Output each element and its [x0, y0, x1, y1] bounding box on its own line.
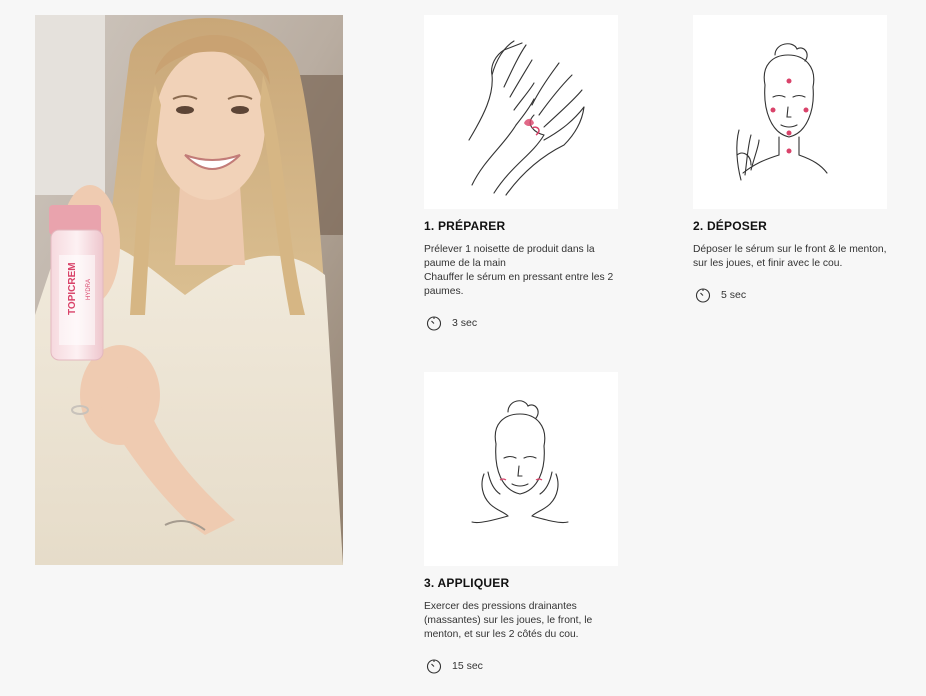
step-card-massage: 3. APPLIQUER Exercer des pressions drain… — [424, 372, 618, 675]
step-illustration — [693, 15, 887, 209]
routine-section: TOPICREM HYDRA 1. PRÉPARER Prélever 1 no… — [0, 0, 926, 696]
duration-label: 5 sec — [721, 289, 747, 301]
step-title: 2. DÉPOSER — [693, 219, 768, 233]
step-duration: 3 sec — [424, 314, 618, 332]
bottle-brand-label: TOPICREM — [67, 262, 78, 315]
hero-photo: TOPICREM HYDRA — [35, 15, 343, 565]
step-duration: 15 sec — [424, 657, 618, 675]
step-duration: 5 sec — [693, 286, 887, 304]
duration-label: 15 sec — [452, 660, 483, 672]
timer-icon — [426, 659, 442, 674]
hands-illustration-icon — [468, 40, 585, 196]
step-description: Exercer des pressions drainantes (massan… — [424, 601, 593, 640]
woman-holding-serum-photo: TOPICREM HYDRA — [35, 15, 343, 565]
step-card-prepare: 1. PRÉPARER Prélever 1 noisette de produ… — [424, 15, 618, 332]
timer-icon — [426, 316, 442, 331]
step-description: Déposer le sérum sur le front & le mento… — [693, 244, 887, 269]
step-title: 3. APPLIQUER — [424, 576, 510, 590]
face-massage-illustration-icon — [471, 400, 569, 524]
step-illustration — [424, 15, 618, 209]
step-title: 1. PRÉPARER — [424, 219, 506, 233]
face-dots-illustration-icon — [736, 43, 828, 181]
duration-label: 3 sec — [452, 317, 478, 329]
timer-icon — [695, 288, 711, 303]
bottle-line-label: HYDRA — [86, 279, 92, 300]
step-description: Prélever 1 noisette de produit dans la p… — [424, 244, 614, 297]
step-card-apply-dots: 2. DÉPOSER Déposer le sérum sur le front… — [693, 15, 887, 304]
step-illustration — [424, 372, 618, 566]
